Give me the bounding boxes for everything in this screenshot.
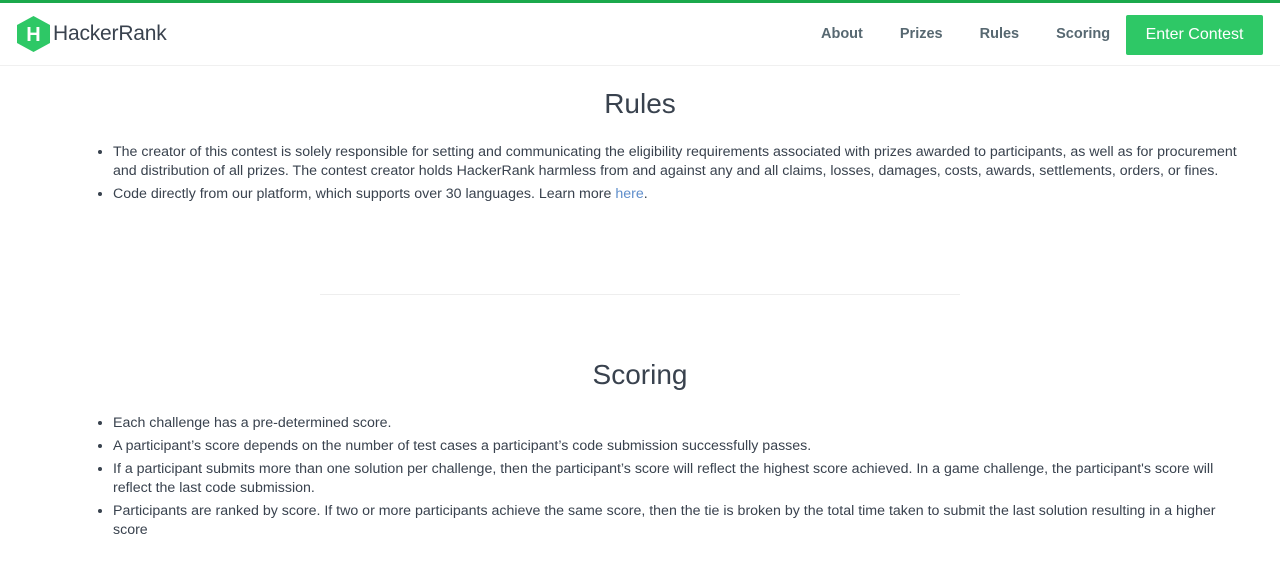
scoring-list: Each challenge has a pre-determined scor…	[93, 414, 1243, 544]
rules-item: Code directly from our platform, which s…	[113, 185, 1243, 204]
nav-rules[interactable]: Rules	[980, 26, 1020, 42]
scoring-item: Each challenge has a pre-determined scor…	[113, 414, 1243, 433]
scoring-heading: Scoring	[592, 359, 688, 390]
rules-list: The creator of this contest is solely re…	[93, 143, 1243, 208]
hackerrank-logo-icon: H	[17, 16, 50, 52]
scoring-item: If a participant submits more than one s…	[113, 460, 1243, 498]
logo-letter: H	[26, 24, 40, 46]
rules-heading: Rules	[604, 88, 676, 119]
enter-contest-button[interactable]: Enter Contest	[1126, 15, 1263, 55]
rules-item-suffix: .	[643, 186, 648, 202]
logo-text: HackerRank	[53, 22, 167, 45]
learn-more-link[interactable]: here	[615, 186, 643, 202]
rules-item: The creator of this contest is solely re…	[113, 143, 1243, 181]
scoring-item: Participants are ranked by score. If two…	[113, 502, 1243, 540]
nav-prizes[interactable]: Prizes	[900, 26, 943, 42]
nav-scoring[interactable]: Scoring	[1056, 26, 1110, 42]
rules-item-text: Code directly from our platform, which s…	[113, 186, 616, 202]
site-header: H HackerRank About Prizes Rules Scoring …	[0, 3, 1280, 66]
section-divider	[320, 294, 960, 295]
main-nav: About Prizes Rules Scoring	[821, 3, 1147, 65]
hackerrank-logo[interactable]: H HackerRank	[17, 16, 167, 52]
nav-about[interactable]: About	[821, 26, 863, 42]
scoring-item: A participant’s score depends on the num…	[113, 437, 1243, 456]
